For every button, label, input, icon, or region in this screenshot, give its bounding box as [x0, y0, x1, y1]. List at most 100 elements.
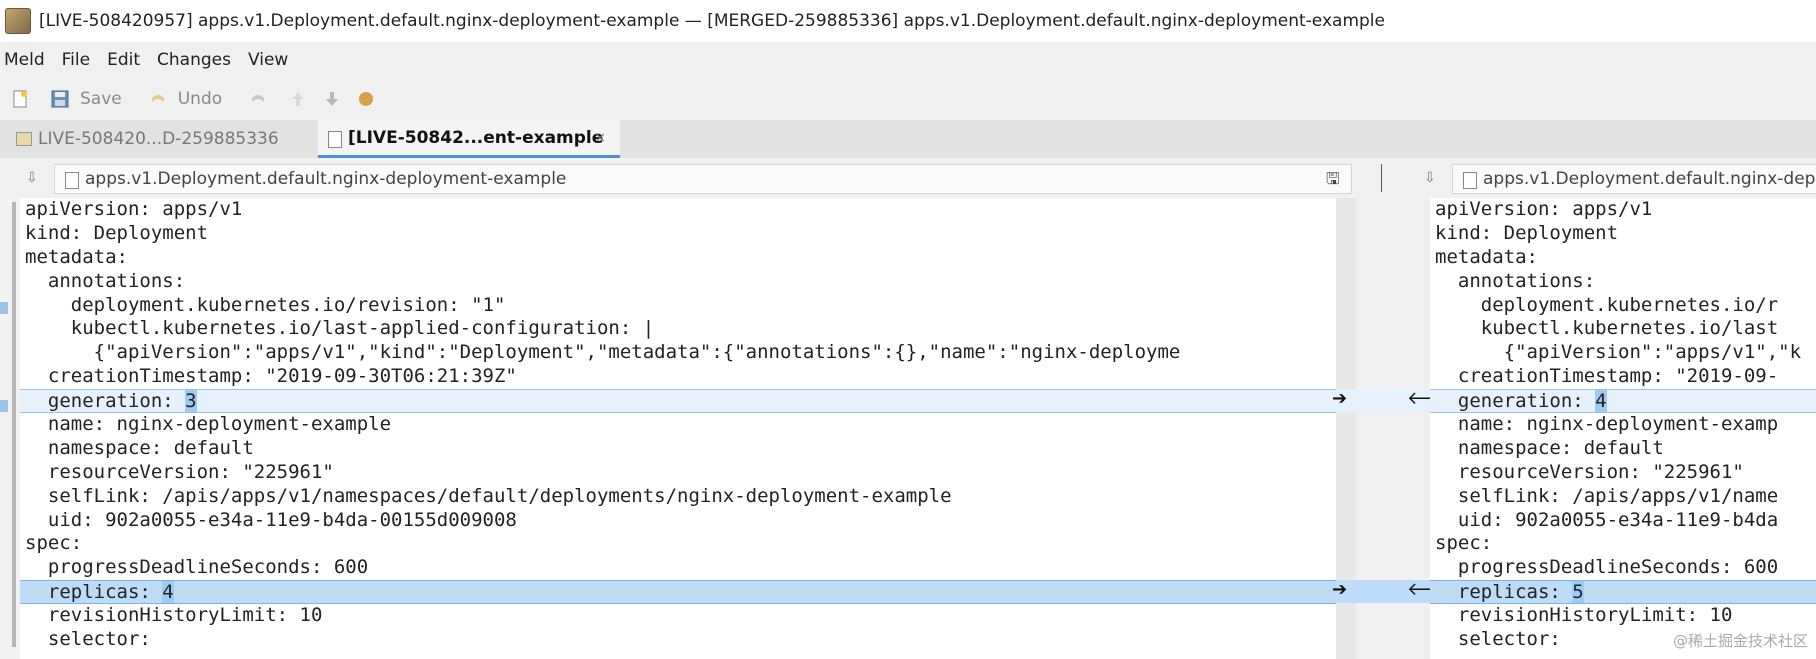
- code-line: {"apiVersion":"apps/v1","kind":"Deployme…: [25, 341, 1181, 364]
- merge-gutter: ➔ 🡐 ➔ 🡐: [1332, 198, 1455, 659]
- new-comparison-button[interactable]: [10, 89, 40, 109]
- tabbar: LIVE-508420...D-259885336 [LIVE-50842...…: [0, 120, 1816, 158]
- code-line: spec:: [25, 532, 83, 555]
- code-line: namespace: default: [1435, 436, 1664, 459]
- menu-edit[interactable]: Edit: [107, 50, 140, 70]
- code-line: apiVersion: apps/v1: [25, 198, 243, 220]
- code-text: generation:: [25, 390, 186, 413]
- changed-value: 4: [162, 581, 174, 604]
- code-text: generation:: [1435, 390, 1596, 413]
- left-text-pane[interactable]: apiVersion: apps/v1 kind: Deployment met…: [20, 198, 1336, 659]
- undo-icon: [151, 95, 164, 102]
- redo-button[interactable]: [248, 89, 278, 109]
- menu-meld[interactable]: Meld: [4, 50, 45, 70]
- undo-button-label: Undo: [177, 89, 223, 109]
- code-line: {"apiVersion":"apps/v1","k: [1435, 341, 1802, 364]
- code-line: resourceVersion: "225961": [1435, 460, 1744, 483]
- undo-button[interactable]: Undo: [148, 89, 222, 109]
- code-line: revisionHistoryLimit: 10: [25, 604, 323, 627]
- tab-file-comparison[interactable]: [LIVE-50842...ent-example ×: [318, 120, 620, 158]
- code-line: name: nginx-deployment-examp: [1435, 413, 1779, 436]
- changed-line-replicas: replicas: 5: [1430, 580, 1816, 605]
- code-line: metadata:: [1435, 245, 1538, 268]
- code-line: namespace: default: [25, 436, 254, 459]
- code-line: selector:: [25, 628, 151, 651]
- stop-icon: [359, 92, 374, 106]
- watermark: @稀土掘金技术社区: [1672, 632, 1808, 650]
- tab-close-icon[interactable]: ×: [594, 130, 606, 146]
- right-file-path-entry[interactable]: apps.v1.Deployment.default.nginx-deploym: [1452, 164, 1816, 194]
- push-right-arrow-icon[interactable]: ➔: [1332, 388, 1347, 409]
- document-icon: [1463, 172, 1477, 189]
- code-line: metadata:: [25, 245, 128, 268]
- redo-icon: [252, 95, 265, 102]
- download-icon[interactable]: ⇩: [26, 170, 40, 186]
- code-line: selfLink: /apis/apps/v1/name: [1435, 484, 1779, 507]
- toolbar: Save Undo: [0, 78, 1816, 120]
- new-document-icon: [13, 90, 27, 108]
- menu-changes[interactable]: Changes: [157, 50, 231, 70]
- changed-line-generation: generation: 3: [20, 389, 1336, 414]
- code-line: name: nginx-deployment-example: [25, 413, 392, 436]
- tab-folder-comparison[interactable]: LIVE-508420...D-259885336: [16, 120, 279, 158]
- left-file-path: apps.v1.Deployment.default.nginx-deploym…: [85, 169, 567, 189]
- save-button[interactable]: Save: [50, 89, 122, 109]
- changed-line-replicas: replicas: 4: [20, 580, 1336, 605]
- stop-button[interactable]: [356, 89, 386, 109]
- menu-view[interactable]: View: [248, 50, 288, 70]
- menubar: Meld File Edit Changes View: [0, 42, 1816, 78]
- floppy-disk-icon: [51, 90, 69, 108]
- previous-change-button[interactable]: [288, 89, 318, 109]
- code-line: progressDeadlineSeconds: 600: [25, 556, 369, 579]
- path-bar: ⇩ apps.v1.Deployment.default.nginx-deplo…: [0, 160, 1816, 196]
- document-icon: [328, 131, 342, 148]
- left-overview-rail[interactable]: [0, 198, 20, 659]
- changed-line-generation: generation: 4: [1430, 389, 1816, 414]
- code-line: revisionHistoryLimit: 10: [1435, 604, 1733, 627]
- code-line: uid: 902a0055-e34a-11e9-b4da: [1435, 508, 1779, 531]
- left-file-path-entry[interactable]: apps.v1.Deployment.default.nginx-deploym…: [54, 164, 1352, 194]
- code-line: apiVersion: apps/v1: [1435, 198, 1653, 220]
- window-titlebar: [LIVE-508420957] apps.v1.Deployment.defa…: [0, 0, 1816, 42]
- code-line: creationTimestamp: "2019-09-: [1435, 365, 1779, 388]
- code-line: deployment.kubernetes.io/revision: "1": [25, 293, 506, 316]
- change-marker: [0, 400, 8, 412]
- code-line: kubectl.kubernetes.io/last: [1435, 317, 1779, 340]
- code-line: kind: Deployment: [25, 221, 209, 244]
- code-line: progressDeadlineSeconds: 600: [1435, 556, 1779, 579]
- arrow-up-icon: [292, 92, 305, 106]
- changed-value: 3: [185, 390, 197, 413]
- changed-value: 4: [1595, 390, 1607, 413]
- changed-value: 5: [1572, 581, 1584, 604]
- code-line: kubectl.kubernetes.io/last-applied-confi…: [25, 317, 655, 340]
- arrow-down-icon: [326, 92, 339, 106]
- save-file-icon[interactable]: 🖫: [1326, 168, 1340, 195]
- code-line: annotations:: [1435, 269, 1596, 292]
- window-title: [LIVE-508420957] apps.v1.Deployment.defa…: [39, 11, 1385, 31]
- push-right-arrow-icon[interactable]: ➔: [1332, 579, 1347, 600]
- rail-scroll-indicator: [12, 202, 16, 647]
- menu-file[interactable]: File: [62, 50, 90, 70]
- code-line: spec:: [1435, 532, 1493, 555]
- right-text-pane[interactable]: apiVersion: apps/v1 kind: Deployment met…: [1430, 198, 1816, 659]
- save-button-label: Save: [80, 89, 122, 109]
- code-line: kind: Deployment: [1435, 221, 1619, 244]
- code-text: replicas:: [25, 581, 163, 604]
- code-line: resourceVersion: "225961": [25, 460, 334, 483]
- code-line: selfLink: /apis/apps/v1/namespaces/defau…: [25, 484, 952, 507]
- code-line: creationTimestamp: "2019-09-30T06:21:39Z…: [25, 365, 517, 388]
- tab-label: LIVE-508420...D-259885336: [38, 129, 279, 149]
- code-text: replicas:: [1435, 581, 1573, 604]
- code-line: annotations:: [25, 269, 186, 292]
- next-change-button[interactable]: [322, 89, 352, 109]
- folder-icon: [16, 132, 32, 146]
- pane-divider: [1381, 164, 1382, 192]
- change-marker: [0, 302, 8, 314]
- document-icon: [65, 172, 79, 189]
- code-line: uid: 902a0055-e34a-11e9-b4da-00155d00900…: [25, 508, 517, 531]
- tab-label: [LIVE-50842...ent-example: [348, 127, 604, 148]
- code-line: deployment.kubernetes.io/r: [1435, 293, 1779, 316]
- download-icon[interactable]: ⇩: [1424, 170, 1438, 186]
- meld-app-icon: [5, 8, 31, 34]
- right-file-path: apps.v1.Deployment.default.nginx-deploym: [1483, 169, 1816, 189]
